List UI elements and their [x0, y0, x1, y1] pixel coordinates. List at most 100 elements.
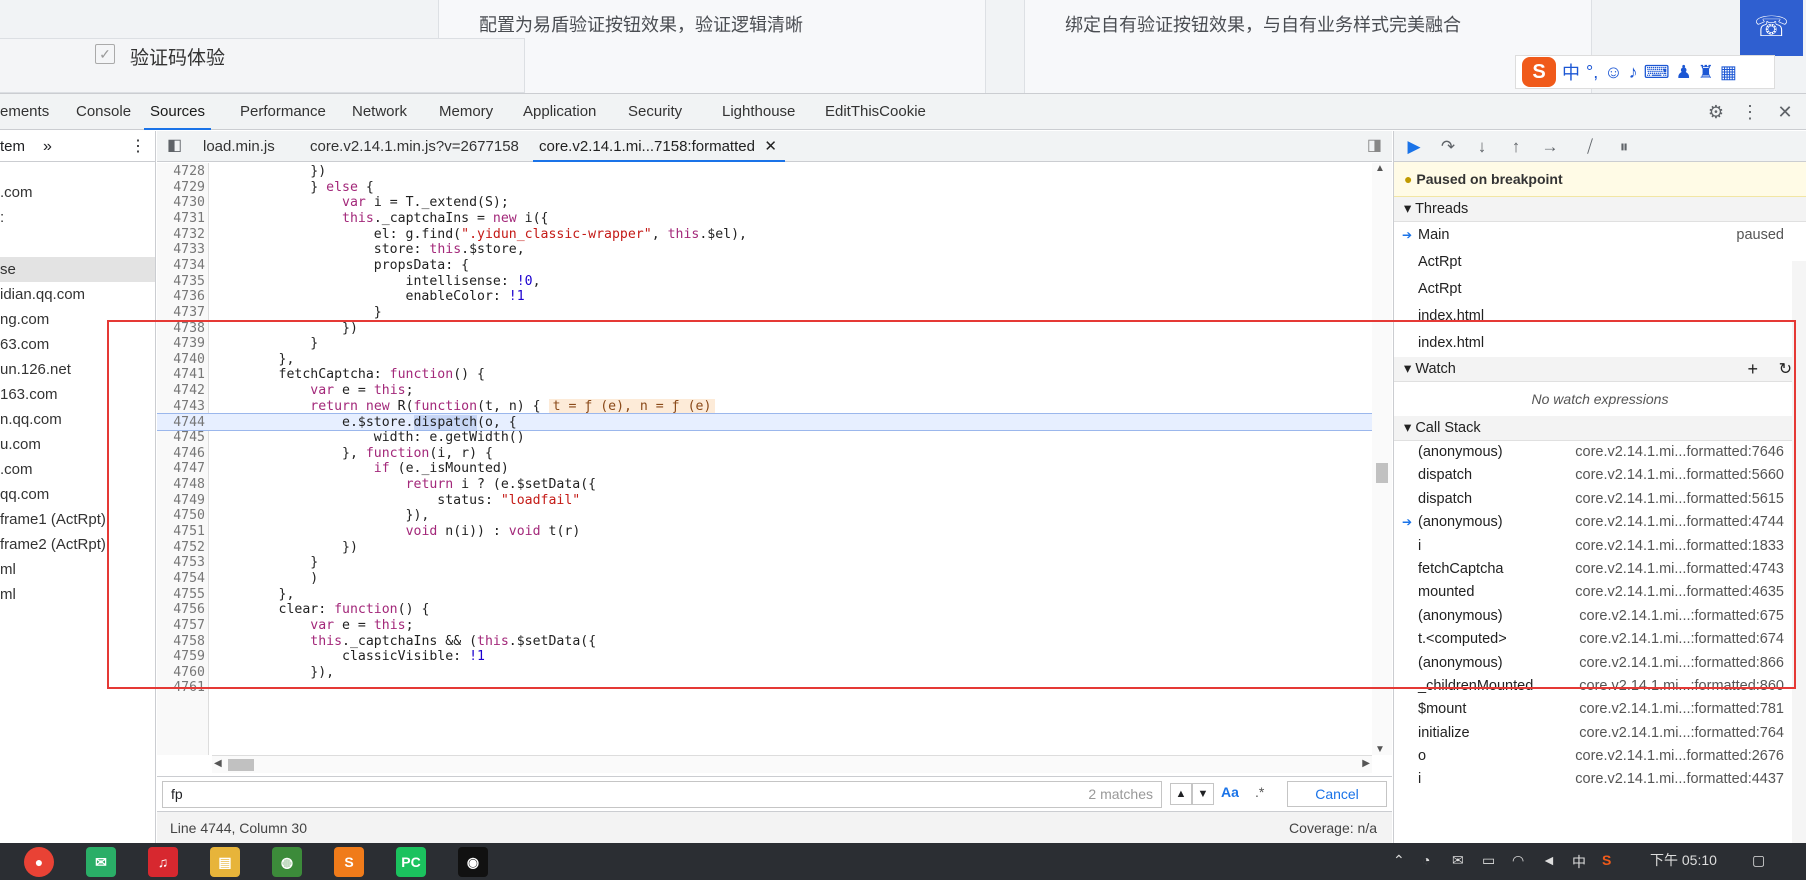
editor-tab[interactable]: core.v2.14.1.min.js?v=2677158 — [310, 131, 519, 162]
regex-icon[interactable]: .* — [1255, 784, 1264, 800]
close-tab-icon[interactable]: ✕ — [764, 131, 777, 162]
debugger-toolbar: ▶ ↷ ↓ ↑ → ⧸ ⏸ — [1394, 131, 1806, 162]
keyboard-icon[interactable]: ⌨ — [1644, 62, 1670, 83]
info-icon: ● — [1404, 171, 1413, 187]
frame-location[interactable]: core.v2.14.1.mi...:formatted:781 — [1579, 698, 1784, 721]
close-icon[interactable]: ✕ — [1773, 100, 1797, 124]
scroll-up-icon[interactable]: ▲ — [1375, 163, 1385, 174]
thread-name: ActRpt — [1418, 281, 1462, 297]
tab-sources[interactable]: Sources — [144, 94, 212, 130]
volume-icon[interactable]: ◄ — [1542, 852, 1556, 868]
app-icon[interactable]: ◍ — [272, 847, 302, 877]
search-input[interactable]: fp 2 matches — [162, 781, 1162, 808]
threads-section-header[interactable]: ▾ Threads — [1394, 197, 1806, 222]
frame-location[interactable]: core.v2.14.1.mi...formatted:4437 — [1575, 768, 1784, 791]
navigator-item[interactable]: idian.qq.com — [0, 282, 155, 307]
clock[interactable]: 下午 05:10 — [1650, 850, 1717, 870]
tab-elements[interactable]: ements — [0, 94, 49, 130]
callstack-frame[interactable]: initialize core.v2.14.1.mi...:formatted:7… — [1394, 722, 1806, 745]
ime-toolbar[interactable]: S 中 °, ☺ ♪ ⌨ ♟ ♜ ▦ — [1515, 55, 1775, 89]
wifi-icon[interactable]: ◠ — [1512, 852, 1524, 869]
match-case-icon[interactable]: Aa — [1221, 784, 1239, 800]
previous-match-icon[interactable]: ▲ — [1170, 783, 1192, 805]
navigator-item[interactable]: .com — [0, 180, 155, 205]
tab-memory[interactable]: Memory — [439, 94, 493, 130]
step-out-icon[interactable]: ↑ — [1504, 135, 1528, 159]
skin-icon[interactable]: ♜ — [1698, 62, 1714, 83]
screen: 配置为易盾验证按钮效果，验证逻辑清晰 绑定自有验证按钮效果，与自有业务样式完美融… — [0, 0, 1806, 880]
more-options-icon[interactable]: ⋮ — [1738, 100, 1762, 124]
netease-music-icon[interactable]: ♫ — [148, 847, 178, 877]
tab-performance[interactable]: Performance — [240, 94, 326, 130]
navigator-item-selected[interactable]: se — [0, 257, 155, 282]
pause-on-exceptions-icon[interactable]: ⏸ — [1612, 135, 1636, 159]
toggle-navigator-icon[interactable]: ◧ — [167, 135, 182, 155]
sublime-icon[interactable]: S — [334, 847, 364, 877]
callstack-frame[interactable]: o core.v2.14.1.mi...formatted:2676 — [1394, 745, 1806, 768]
more-tabs-chevron-icon[interactable]: » — [43, 131, 52, 162]
punctuation-icon[interactable]: °, — [1586, 62, 1598, 83]
thread-row[interactable]: ActRpt — [1394, 249, 1806, 276]
file-explorer-icon[interactable]: ▤ — [210, 847, 240, 877]
tab-lighthouse[interactable]: Lighthouse — [722, 94, 795, 130]
scroll-down-icon[interactable]: ▼ — [1375, 744, 1385, 755]
navigator-item[interactable]: : — [0, 205, 155, 230]
feature-card: 绑定自有验证按钮效果，与自有业务样式完美融合 — [1024, 0, 1592, 93]
pycharm-icon[interactable]: PC — [396, 847, 426, 877]
thread-row[interactable]: ActRpt — [1394, 276, 1806, 303]
editor-tab-active[interactable]: core.v2.14.1.mi...7158:formatted ✕ — [533, 131, 785, 162]
resume-icon[interactable]: ▶ — [1402, 135, 1426, 159]
step-icon[interactable]: → — [1538, 135, 1562, 159]
settings-gear-icon[interactable]: ⚙ — [1704, 100, 1728, 124]
toggle-debugger-icon[interactable]: ◨ — [1367, 135, 1382, 155]
checkbox-icon[interactable]: ✓ — [95, 44, 115, 64]
wechat-icon[interactable]: ✉ — [86, 847, 116, 877]
callstack-frame[interactable]: $mount core.v2.14.1.mi...:formatted:781 — [1394, 698, 1806, 721]
grid-icon[interactable]: ▦ — [1720, 62, 1737, 83]
thread-state: paused — [1736, 227, 1784, 243]
phone-icon[interactable]: ☏ — [1740, 0, 1803, 56]
editor-tab[interactable]: load.min.js — [203, 131, 275, 162]
thread-name: Main — [1418, 227, 1450, 243]
annotation-red-box — [107, 320, 1796, 689]
ime-tray-icon[interactable]: 中 — [1572, 852, 1586, 872]
wechat-tray-icon[interactable]: ✉ — [1452, 852, 1464, 869]
tab-network[interactable]: Network — [352, 94, 407, 130]
chrome-icon[interactable]: ● — [24, 847, 54, 877]
callstack-frame[interactable]: i core.v2.14.1.mi...formatted:4437 — [1394, 768, 1806, 791]
tab-application[interactable]: Application — [523, 94, 596, 130]
scroll-left-icon[interactable]: ◀ — [214, 758, 222, 769]
user-icon[interactable]: ♟ — [1676, 62, 1692, 83]
editor-tab-bar: ◧ load.min.js core.v2.14.1.min.js?v=2677… — [157, 131, 1392, 162]
tab-security[interactable]: Security — [628, 94, 682, 130]
ime-mode[interactable]: 中 — [1562, 59, 1580, 85]
frame-location[interactable]: core.v2.14.1.mi...formatted:2676 — [1575, 745, 1784, 768]
tray-chevron-icon[interactable]: ⌃ — [1393, 852, 1405, 869]
step-over-icon[interactable]: ↷ — [1436, 135, 1460, 159]
github-icon[interactable]: ◉ — [458, 847, 488, 877]
next-match-icon[interactable]: ▼ — [1192, 783, 1214, 805]
tab-editthiscookie[interactable]: EditThisCookie — [825, 94, 926, 130]
tab-console[interactable]: Console — [76, 94, 131, 130]
hscroll-thumb[interactable] — [228, 759, 254, 771]
frame-location[interactable]: core.v2.14.1.mi...:formatted:764 — [1579, 722, 1784, 745]
battery-icon[interactable]: ▭ — [1482, 852, 1495, 869]
emoji-icon[interactable]: ☺ — [1604, 62, 1622, 83]
step-into-icon[interactable]: ↓ — [1470, 135, 1494, 159]
deactivate-breakpoints-icon[interactable]: ⧸ — [1578, 135, 1602, 159]
cancel-button[interactable]: Cancel — [1287, 781, 1387, 807]
navigator-tab-label[interactable]: tem — [0, 138, 25, 155]
feature-card-text: 绑定自有验证按钮效果，与自有业务样式完美融合 — [1065, 15, 1461, 35]
horizontal-scrollbar[interactable]: ◀ ▶ — [212, 755, 1372, 773]
notification-icon[interactable]: ▢ — [1752, 852, 1765, 869]
thread-row[interactable]: ➔ Main paused — [1394, 222, 1806, 249]
sogou-tray-icon[interactable]: S — [1602, 852, 1611, 868]
qq-icon[interactable]: ◔ — [1422, 852, 1430, 868]
taskbar: ● ✉ ♫ ▤ ◍ S PC ◉ ⌃ ◔ ✉ ▭ ◠ ◄ 中 S 下午 05:1… — [0, 843, 1806, 880]
scroll-right-icon[interactable]: ▶ — [1362, 758, 1370, 769]
navigator-menu-icon[interactable]: ⋮ — [130, 131, 146, 162]
threads-label: Threads — [1415, 201, 1469, 217]
frame-function: $mount — [1418, 701, 1467, 718]
microphone-icon[interactable]: ♪ — [1629, 62, 1638, 83]
current-thread-arrow-icon: ➔ — [1402, 228, 1413, 242]
